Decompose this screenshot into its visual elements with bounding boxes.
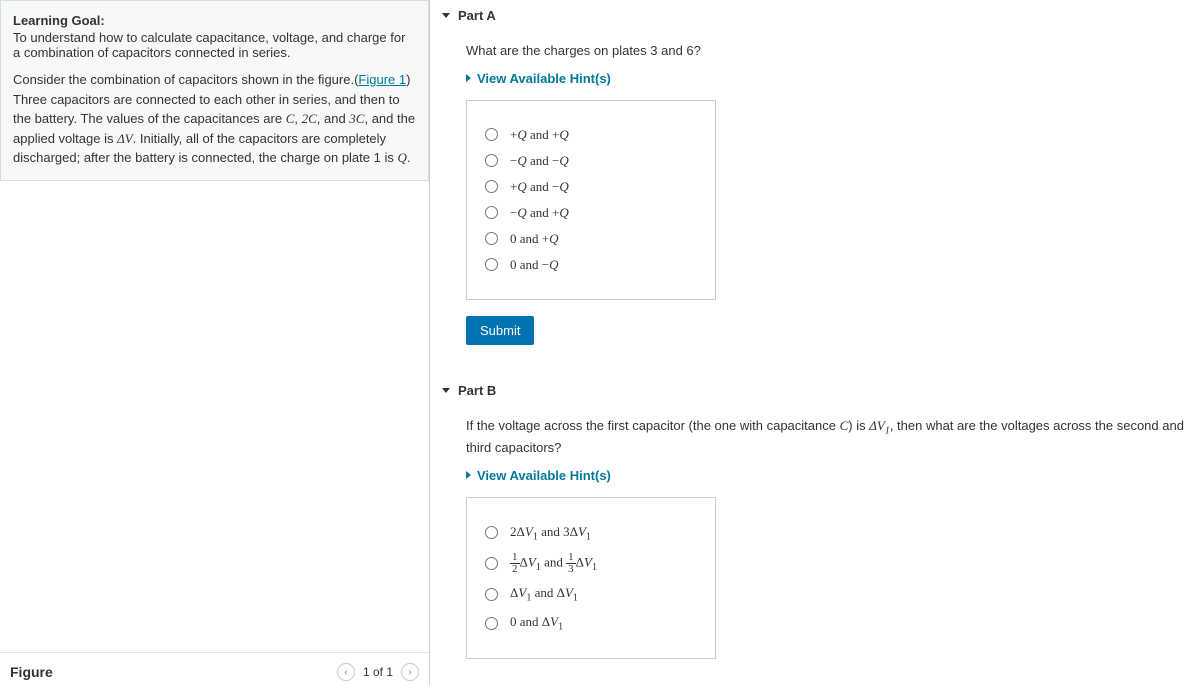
figure-link[interactable]: Figure 1: [358, 72, 406, 87]
part-a-header[interactable]: Part A: [442, 0, 1188, 31]
desc-text: .: [407, 150, 411, 165]
option-label: +Q and +Q: [510, 127, 569, 143]
option-label: 0 and −Q: [510, 257, 559, 273]
radio-input[interactable]: [485, 232, 498, 245]
part-b-header[interactable]: Part B: [442, 375, 1188, 406]
radio-input[interactable]: [485, 154, 498, 167]
radio-input[interactable]: [485, 526, 498, 539]
part-a-question: What are the charges on plates 3 and 6?: [466, 41, 1188, 61]
left-panel: Learning Goal: To understand how to calc…: [0, 0, 430, 685]
radio-input[interactable]: [485, 588, 498, 601]
part-b-answer-box: 2ΔV1 and 3ΔV1 12ΔV1 and 13ΔV1 ΔV1 and ΔV…: [466, 497, 716, 660]
capacitance-values: C: [286, 111, 295, 126]
caret-right-icon: [466, 74, 471, 82]
q-text: If the voltage across the first capacito…: [466, 418, 840, 433]
caret-down-icon: [442, 388, 450, 393]
delta-v: ΔV: [117, 131, 133, 146]
desc-text: Consider the combination of capacitors s…: [13, 72, 358, 87]
radio-input[interactable]: [485, 206, 498, 219]
figure-footer: Figure ‹ 1 of 1 ›: [0, 652, 429, 685]
option-label: 0 and ΔV1: [510, 614, 563, 633]
hints-text: View Available Hint(s): [477, 468, 611, 483]
cap-c: C: [840, 418, 849, 433]
part-b-option[interactable]: 2ΔV1 and 3ΔV1: [485, 524, 697, 543]
radio-input[interactable]: [485, 180, 498, 193]
part-b-question: If the voltage across the first capacito…: [466, 416, 1188, 458]
part-b-option[interactable]: 12ΔV1 and 13ΔV1: [485, 552, 697, 575]
part-a-title: Part A: [458, 8, 496, 23]
part-a-option[interactable]: +Q and +Q: [485, 127, 697, 143]
part-a-answer-box: +Q and +Q −Q and −Q +Q and −Q −Q and +Q …: [466, 100, 716, 300]
part-a-option[interactable]: +Q and −Q: [485, 179, 697, 195]
pager-text: 1 of 1: [363, 665, 393, 679]
charge-q: Q: [397, 150, 406, 165]
pager-next-button[interactable]: ›: [401, 663, 419, 681]
learning-goal-text: To understand how to calculate capacitan…: [13, 30, 416, 60]
option-label: 12ΔV1 and 13ΔV1: [510, 552, 597, 575]
learning-goal-title: Learning Goal:: [13, 13, 416, 28]
submit-button[interactable]: Submit: [466, 316, 534, 345]
radio-input[interactable]: [485, 617, 498, 630]
hints-text: View Available Hint(s): [477, 71, 611, 86]
caret-right-icon: [466, 471, 471, 479]
delta-v1: ΔV1: [869, 418, 890, 433]
radio-input[interactable]: [485, 557, 498, 570]
cap-3c: 3C: [349, 111, 364, 126]
q-text: ) is: [848, 418, 869, 433]
part-b-title: Part B: [458, 383, 496, 398]
option-label: −Q and +Q: [510, 205, 569, 221]
part-a-body: What are the charges on plates 3 and 6? …: [442, 31, 1188, 355]
option-label: −Q and −Q: [510, 153, 569, 169]
part-a-option[interactable]: −Q and +Q: [485, 205, 697, 221]
learning-goal-box: Learning Goal: To understand how to calc…: [0, 0, 429, 181]
caret-down-icon: [442, 13, 450, 18]
part-a-option[interactable]: 0 and −Q: [485, 257, 697, 273]
part-b-hints-link[interactable]: View Available Hint(s): [466, 468, 1188, 483]
radio-input[interactable]: [485, 258, 498, 271]
part-a-option[interactable]: 0 and +Q: [485, 231, 697, 247]
part-a-option[interactable]: −Q and −Q: [485, 153, 697, 169]
figure-label: Figure: [10, 664, 53, 680]
part-b-option[interactable]: 0 and ΔV1: [485, 614, 697, 633]
pager-prev-button[interactable]: ‹: [337, 663, 355, 681]
right-panel: Part A What are the charges on plates 3 …: [430, 0, 1200, 685]
option-label: +Q and −Q: [510, 179, 569, 195]
part-b-body: If the voltage across the first capacito…: [442, 406, 1188, 685]
option-label: 0 and +Q: [510, 231, 559, 247]
figure-pager: ‹ 1 of 1 ›: [337, 663, 419, 681]
part-a-hints-link[interactable]: View Available Hint(s): [466, 71, 1188, 86]
radio-input[interactable]: [485, 128, 498, 141]
learning-description: Consider the combination of capacitors s…: [13, 70, 416, 168]
option-label: 2ΔV1 and 3ΔV1: [510, 524, 591, 543]
cap-2c: 2C: [302, 111, 317, 126]
